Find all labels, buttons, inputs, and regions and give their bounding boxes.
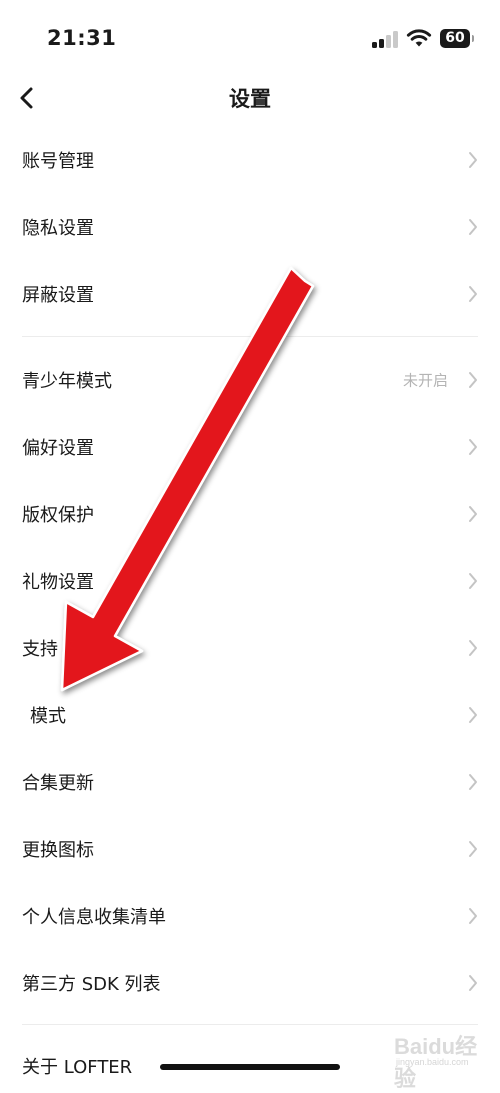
setting-row-support[interactable]: 支持 xyxy=(0,614,500,681)
nav-bar: 设置 xyxy=(0,78,500,118)
watermark-logo: Baidu经验 jingyan.baidu.com xyxy=(394,1029,486,1091)
chevron-right-icon xyxy=(469,151,477,168)
chevron-right-icon xyxy=(469,438,477,455)
chevron-right-icon xyxy=(469,639,477,656)
watermark-site: jingyan.baidu.com xyxy=(396,1057,469,1067)
home-indicator xyxy=(160,1064,340,1070)
setting-label: 关于 LOFTER xyxy=(22,1057,133,1078)
setting-label: 隐私设置 xyxy=(22,217,94,239)
chevron-right-icon xyxy=(469,974,477,991)
setting-label: 第三方 SDK 列表 xyxy=(22,973,161,995)
chevron-right-icon xyxy=(469,773,477,790)
setting-row-change-icon[interactable]: 更换图标 xyxy=(0,815,500,882)
setting-status-value: 未开启 xyxy=(402,371,448,389)
setting-label: 青少年模式 xyxy=(22,370,112,392)
setting-label: 更换图标 xyxy=(22,839,94,861)
status-bar: 21:31 60 xyxy=(0,0,500,78)
chevron-right-icon xyxy=(469,572,477,589)
setting-row-block[interactable]: 屏蔽设置 xyxy=(0,260,500,327)
setting-row-account[interactable]: 账号管理 xyxy=(0,126,500,193)
settings-list: 账号管理 隐私设置 屏蔽设置 青少年模式 未开启 偏好设置 版权保护 礼物设置 … xyxy=(0,126,500,1016)
setting-row-privacy[interactable]: 隐私设置 xyxy=(0,193,500,260)
section-divider xyxy=(0,327,500,346)
setting-label: 版权保护 xyxy=(22,504,94,526)
chevron-right-icon xyxy=(469,706,477,723)
setting-row-gift[interactable]: 礼物设置 xyxy=(0,547,500,614)
setting-row-personal-info-list[interactable]: 个人信息收集清单 xyxy=(0,882,500,949)
battery-icon: 60 xyxy=(440,29,474,48)
chevron-right-icon xyxy=(469,371,477,388)
setting-row-third-party-sdk[interactable]: 第三方 SDK 列表 xyxy=(0,949,500,1016)
setting-row-preferences[interactable]: 偏好设置 xyxy=(0,413,500,480)
page-title: 设置 xyxy=(229,87,271,111)
setting-label: 模式 xyxy=(30,705,66,727)
setting-label: 合集更新 xyxy=(22,772,94,794)
setting-row-copyright[interactable]: 版权保护 xyxy=(0,480,500,547)
signal-icon xyxy=(372,30,400,48)
setting-label: 偏好设置 xyxy=(22,437,94,459)
setting-label: 屏蔽设置 xyxy=(22,284,94,306)
setting-row-teen-mode[interactable]: 青少年模式 未开启 xyxy=(0,346,500,413)
chevron-right-icon xyxy=(469,218,477,235)
setting-label: 个人信息收集清单 xyxy=(22,906,166,928)
setting-label: 账号管理 xyxy=(22,150,94,172)
chevron-right-icon xyxy=(469,285,477,302)
chevron-right-icon xyxy=(469,505,477,522)
setting-label: 礼物设置 xyxy=(22,571,94,593)
setting-row-collection-update[interactable]: 合集更新 xyxy=(0,748,500,815)
setting-row-mode[interactable]: 模式 xyxy=(0,681,500,748)
wifi-icon xyxy=(406,29,432,47)
status-time: 21:31 xyxy=(47,26,117,50)
setting-label: 支持 xyxy=(22,638,58,660)
chevron-right-icon xyxy=(469,840,477,857)
chevron-right-icon xyxy=(469,907,477,924)
section-divider xyxy=(22,1024,478,1025)
